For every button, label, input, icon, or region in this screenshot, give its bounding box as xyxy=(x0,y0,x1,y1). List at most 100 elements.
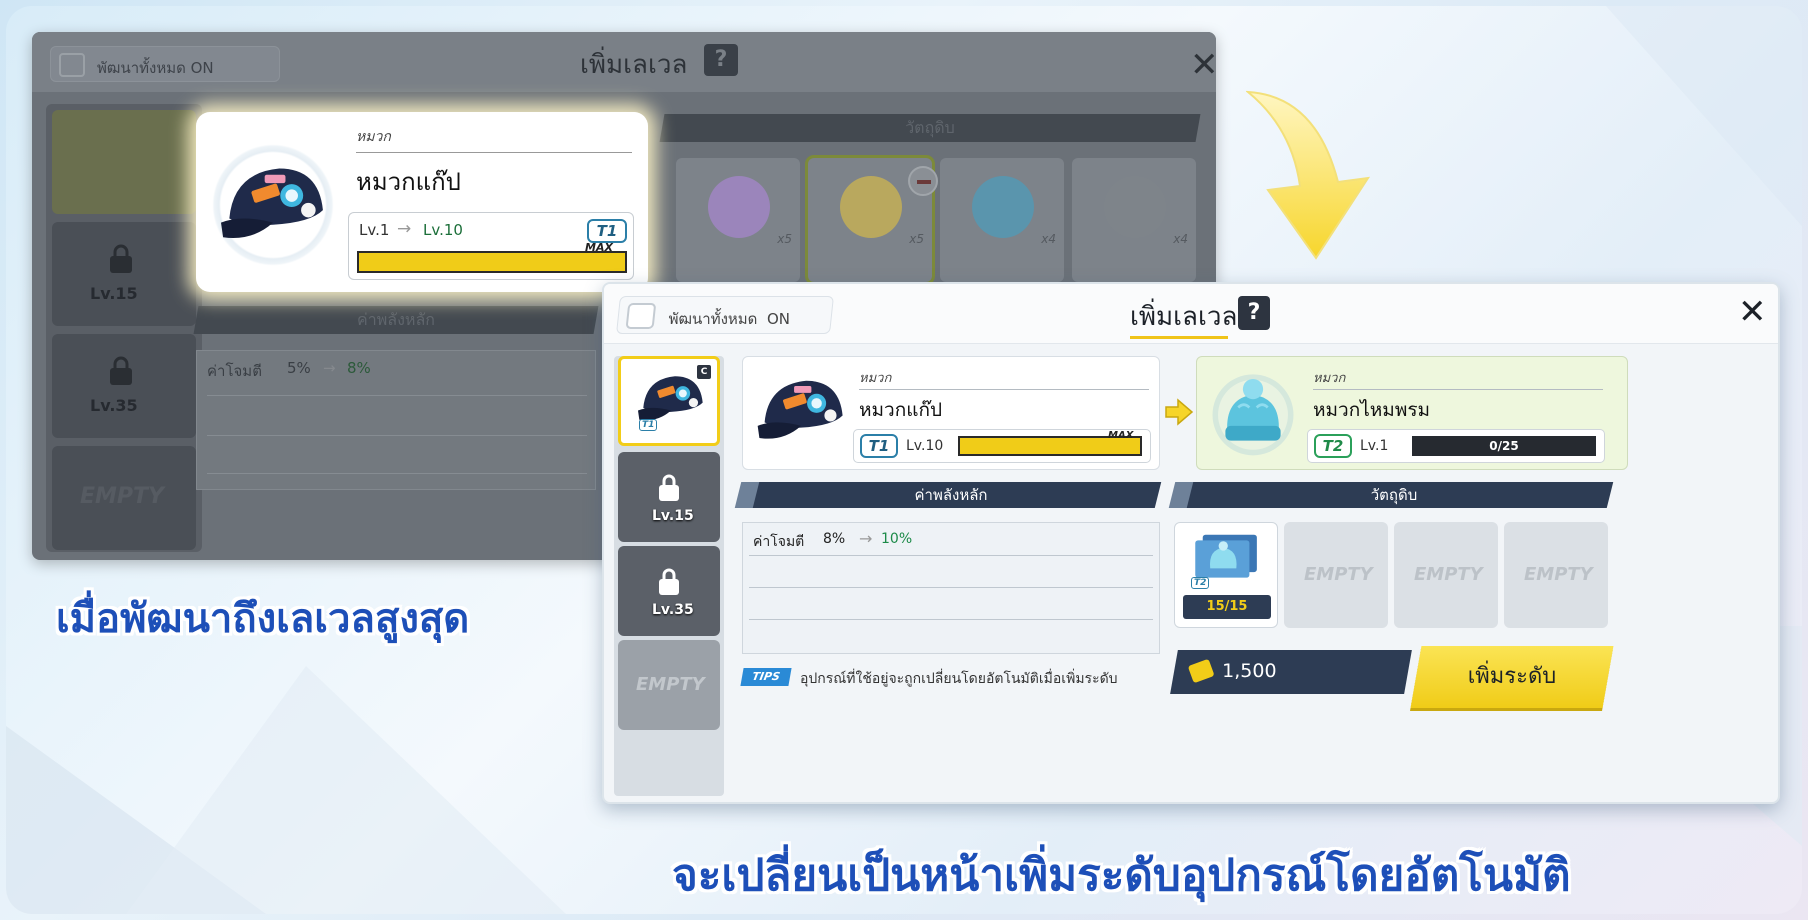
sidebar-slot-locked[interactable]: Lv.15 xyxy=(618,452,720,542)
slot-tier-badge: T1 xyxy=(639,419,658,431)
title-underline xyxy=(1130,336,1228,339)
old-develop-all-label: พัฒนาทั้งหมด ON xyxy=(97,59,214,77)
beanie-icon xyxy=(1212,374,1294,456)
crystal-icon xyxy=(840,176,902,238)
next-item-card: หมวก หมวกไหมพรม T2 Lv.1 0/25 xyxy=(1196,356,1628,470)
old-stat-row: ค่าโจมตี 5% → 8% xyxy=(207,359,371,383)
material-slot[interactable]: T2 15/15 xyxy=(1174,522,1278,628)
slot-level: Lv.15 xyxy=(652,508,694,524)
develop-all-checkbox[interactable] xyxy=(625,303,657,329)
caption-bottom: จะเปลี่ยนเป็นหน้าเพิ่มระดับอุปกรณ์โดยอัต… xyxy=(672,850,1571,901)
materials-header: วัตถุดิบ xyxy=(1168,482,1614,508)
old-develop-all-toggle: พัฒนาทั้งหมด ON xyxy=(50,46,280,82)
tier-up-panel: พัฒนาทั้งหมด ON เพิ่มเลเวล ? ✕ C T1 Lv.1… xyxy=(602,282,1780,804)
old-material-count: x5 xyxy=(777,232,792,246)
old-checkbox xyxy=(59,53,85,77)
item-category: หมวก xyxy=(356,129,391,145)
panel-title: เพิ่มเลเวล xyxy=(1130,302,1238,332)
divider xyxy=(749,587,1153,588)
old-help-icon: ? xyxy=(704,44,738,76)
help-icon[interactable]: ? xyxy=(1238,296,1270,330)
arrow-right-icon: → xyxy=(397,219,412,239)
empty-label: EMPTY xyxy=(1414,564,1483,585)
slot-level: Lv.35 xyxy=(652,602,694,618)
old-material-count: x5 xyxy=(909,232,924,246)
material-tier-badge: T2 xyxy=(1191,577,1210,589)
material-slot-empty[interactable]: EMPTY xyxy=(1394,522,1498,628)
item-category: หมวก xyxy=(859,371,892,386)
material-slot-empty[interactable]: EMPTY xyxy=(1504,522,1608,628)
current-item-card: หมวก หมวกแก๊ป T1 Lv.10 MAX xyxy=(742,356,1160,470)
cost-value: 1,500 xyxy=(1222,660,1277,682)
stat-new-value: 10% xyxy=(881,531,913,547)
item-category: หมวก xyxy=(1313,371,1346,386)
stats-header: ค่าพลังหลัก xyxy=(734,482,1162,508)
divider xyxy=(859,389,1149,390)
equipment-sidebar: C T1 Lv.15 Lv.35 EMPTY xyxy=(614,356,724,796)
old-material-count: x4 xyxy=(1041,232,1056,246)
old-slot-locked: Lv.15 xyxy=(52,222,196,326)
image-frame: พัฒนาทั้งหมด ON เพิ่มเลเวล ? ✕ Lv.15 Lv.… xyxy=(6,6,1802,914)
lock-icon xyxy=(110,356,132,385)
crystal-icon xyxy=(1104,176,1166,238)
crystal-icon xyxy=(708,176,770,238)
item-name: หมวกแก๊ป xyxy=(859,399,943,421)
old-stat-new: 8% xyxy=(347,359,371,377)
old-material-slot: x5 0 xyxy=(676,158,800,312)
sidebar-slot-selected[interactable]: C T1 xyxy=(618,356,720,446)
lock-icon xyxy=(659,568,679,595)
old-material-count: x4 xyxy=(1173,232,1188,246)
old-slot-selected xyxy=(52,110,196,214)
divider xyxy=(749,555,1153,556)
sidebar-slot-locked[interactable]: Lv.35 xyxy=(618,546,720,636)
old-stat-name: ค่าโจมตี xyxy=(207,362,262,380)
stat-name: ค่าโจมตี xyxy=(753,534,805,550)
tier-badge: T1 xyxy=(587,219,627,243)
level-box: T1 Lv.10 MAX xyxy=(853,429,1151,463)
item-name: หมวกแก๊ป xyxy=(356,168,461,196)
old-stats-header: ค่าพลังหลัก xyxy=(193,306,599,334)
cap-icon xyxy=(221,168,323,238)
arrow-right-icon: → xyxy=(859,529,873,548)
lock-icon xyxy=(659,474,679,501)
exp-bar xyxy=(357,251,627,273)
lock-icon xyxy=(110,244,132,273)
ticket-icon xyxy=(1187,658,1215,684)
stats-panel: ค่าโจมตี 8% → 10% xyxy=(742,522,1160,654)
level-from: Lv.1 xyxy=(359,221,390,239)
material-slot-empty[interactable]: EMPTY xyxy=(1284,522,1388,628)
max-label: MAX xyxy=(585,241,613,254)
divider xyxy=(1313,389,1603,390)
divider xyxy=(356,152,632,153)
max-label: MAX xyxy=(1108,430,1134,441)
divider xyxy=(749,619,1153,620)
caption-top: เมื่อพัฒนาถึงเลเวลสูงสุด xyxy=(56,596,470,642)
exp-bar: 0/25 xyxy=(1412,436,1596,456)
empty-label: EMPTY xyxy=(1524,564,1593,585)
arrow-right-icon: → xyxy=(323,359,336,377)
old-material-slot: x4 0 xyxy=(940,158,1064,312)
transition-arrow-icon xyxy=(1246,90,1371,260)
item-name: หมวกไหมพรม xyxy=(1313,399,1431,421)
tier-up-button-label: เพิ่มระดับ xyxy=(1467,664,1557,689)
old-stats-panel: ค่าโจมตี 5% → 8% xyxy=(196,350,596,490)
tier-badge: T2 xyxy=(1314,434,1352,458)
divider xyxy=(207,473,587,474)
tier-up-button[interactable]: เพิ่มระดับ xyxy=(1410,646,1614,708)
sidebar-slot-empty[interactable]: EMPTY xyxy=(618,640,720,730)
old-close-icon: ✕ xyxy=(1190,45,1216,85)
arrow-right-icon xyxy=(1165,398,1194,426)
rarity-icon: C xyxy=(697,365,711,379)
tips-text: อุปกรณ์ที่ใช้อยู่จะถูกเปลี่ยนโดยอัตโนมัต… xyxy=(800,671,1118,687)
develop-all-toggle[interactable]: พัฒนาทั้งหมด ON xyxy=(616,296,834,334)
crystal-icon xyxy=(972,176,1034,238)
cost-display: 1,500 xyxy=(1170,650,1412,694)
tips-row: TIPS อุปกรณ์ที่ใช้อยู่จะถูกเปลี่ยนโดยอัต… xyxy=(740,666,1202,690)
old-empty-label: EMPTY xyxy=(80,484,164,509)
develop-all-label: พัฒนาทั้งหมด ON xyxy=(668,310,791,328)
close-icon[interactable]: ✕ xyxy=(1738,292,1767,332)
level-box: Lv.1 → Lv.10 T1 MAX xyxy=(348,212,634,280)
level-to: Lv.10 xyxy=(423,221,463,239)
empty-label: EMPTY xyxy=(1304,564,1373,585)
cap-icon xyxy=(757,380,843,439)
